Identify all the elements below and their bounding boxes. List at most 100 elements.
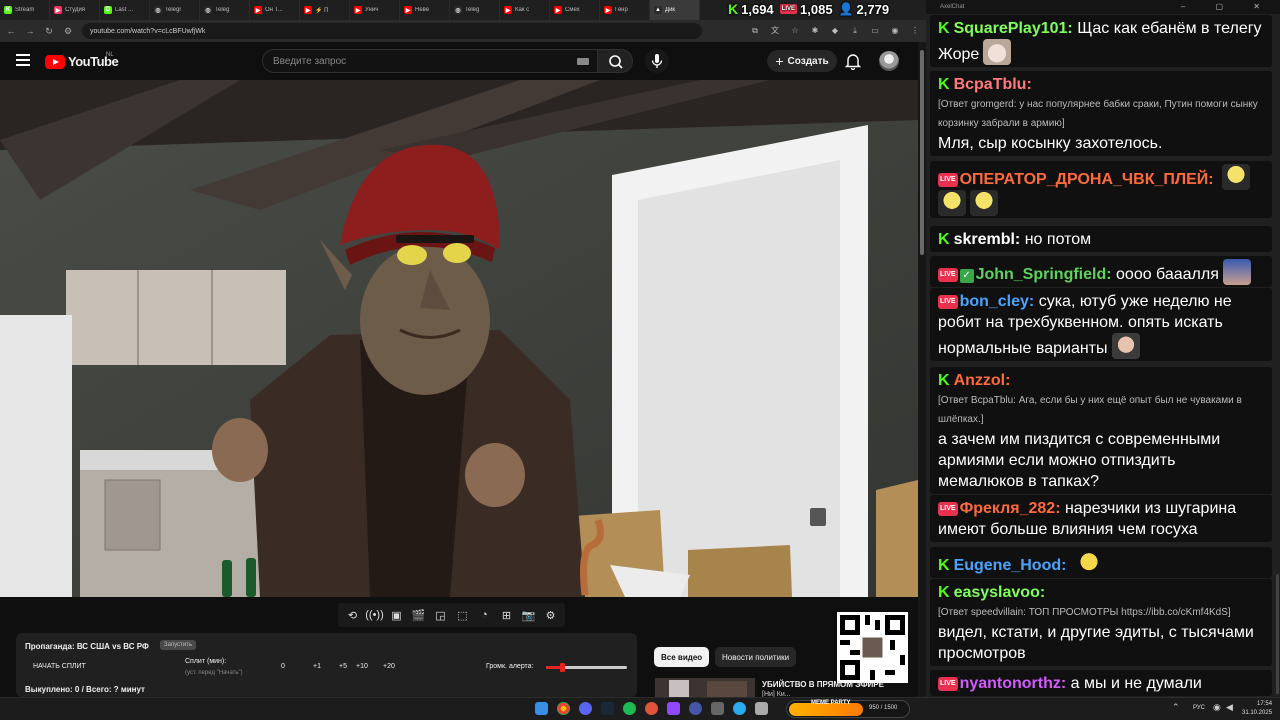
- app-icon[interactable]: [755, 702, 768, 715]
- alert-volume-handle[interactable]: [560, 663, 566, 672]
- install-icon[interactable]: ⧉: [750, 26, 760, 36]
- chat-nick[interactable]: Фрекля_282:: [960, 500, 1061, 517]
- puzzle-icon[interactable]: ◆: [830, 26, 840, 36]
- account-avatar[interactable]: [879, 51, 899, 71]
- volume-icon[interactable]: ◀: [1226, 702, 1239, 715]
- sidepanel-icon[interactable]: ▭: [870, 26, 880, 36]
- chat-nick[interactable]: Anzzol:: [954, 372, 1011, 389]
- chat-message: K BcpaTblu: [Ответ gromgerd: у нас популя…: [930, 71, 1272, 156]
- browser-tab[interactable]: K Stream: [0, 0, 50, 20]
- settings-gear-icon[interactable]: ⚙: [542, 607, 559, 624]
- person-icon: 👤: [838, 2, 854, 16]
- chat-nick[interactable]: John_Springfield:: [976, 266, 1112, 283]
- camera-icon[interactable]: 📷: [520, 607, 537, 624]
- tray-chevron-icon[interactable]: ⌃: [1172, 702, 1185, 715]
- browser-tab[interactable]: ▶ Студия: [50, 0, 100, 20]
- browser-tab[interactable]: ▶ Смех: [550, 0, 600, 20]
- add-frame-icon[interactable]: ⊞: [498, 607, 515, 624]
- back-icon[interactable]: ←: [6, 25, 16, 37]
- increment-5-button[interactable]: +5: [339, 663, 347, 670]
- browser-actions: ⧉ 文 ☆ ✱ ◆ ⤓ ▭ ◉ ⋮: [750, 26, 920, 36]
- related-video-title[interactable]: УБИЙСТВО В ПРЯМОМ ЭФИРЕ: [762, 680, 884, 689]
- crop-icon[interactable]: ⬚: [454, 607, 471, 624]
- reload-icon[interactable]: ↻: [44, 25, 54, 37]
- url-field[interactable]: youtube.com/watch?v=cLcBFUwfjWk: [82, 23, 702, 39]
- browser-tab[interactable]: ▶ Как с: [500, 0, 550, 20]
- page-scrollbar-thumb[interactable]: [920, 50, 924, 255]
- discord-icon[interactable]: [579, 702, 592, 715]
- tray-clock[interactable]: 17:54 31.10.2025: [1242, 700, 1272, 718]
- site-info-icon[interactable]: ⚙: [63, 25, 73, 37]
- browser-tab[interactable]: ▶ Генр: [600, 0, 650, 20]
- download-icon[interactable]: ⤓: [850, 26, 860, 36]
- browser-menu-icon[interactable]: ⋮: [910, 26, 920, 36]
- telegram-icon[interactable]: [733, 702, 746, 715]
- hamburger-menu-icon[interactable]: [16, 54, 30, 66]
- network-icon[interactable]: ◉: [1213, 702, 1226, 715]
- notifications-bell-icon[interactable]: [844, 52, 862, 71]
- loop-icon[interactable]: ⟲: [344, 607, 361, 624]
- browser-tab[interactable]: ◎ Teleg: [200, 0, 250, 20]
- keyboard-language[interactable]: РУС: [1193, 705, 1205, 711]
- browser-tab[interactable]: D Last ...: [100, 0, 150, 20]
- increment-1-button[interactable]: +1: [313, 663, 321, 670]
- chat-nick[interactable]: easyslavoo:: [954, 584, 1046, 601]
- tab-favicon-icon: ▶: [354, 6, 362, 14]
- chat-reply-quote: [Ответ speedvillain: ТОП ПРОСМОТРЫ https…: [938, 607, 1231, 618]
- obs-icon[interactable]: [645, 702, 658, 715]
- voice-search-button[interactable]: [645, 49, 669, 73]
- bookmark-star-icon[interactable]: ☆: [790, 26, 800, 36]
- browser-tab[interactable]: ▶ Неве: [400, 0, 450, 20]
- chip-all-videos[interactable]: Все видео: [654, 647, 710, 667]
- screenshot-folder-icon[interactable]: ▣: [388, 607, 405, 624]
- alert-volume-slider[interactable]: [546, 663, 627, 672]
- broadcast-icon[interactable]: ((•)): [365, 607, 384, 624]
- profile-icon[interactable]: ◉: [890, 26, 900, 36]
- windows-start-icon[interactable]: [535, 702, 548, 715]
- chat-nick[interactable]: SquarePlay101:: [954, 20, 1073, 37]
- spotify-icon[interactable]: [623, 702, 636, 715]
- browser-tab[interactable]: ▲ Дик: [650, 0, 700, 20]
- checkmark-badge-icon: ✓: [959, 269, 974, 283]
- extensions-icon[interactable]: ✱: [810, 26, 820, 36]
- video-player[interactable]: [0, 80, 918, 597]
- related-video-thumbnail[interactable]: [655, 678, 755, 697]
- start-split-button[interactable]: НАЧАТЬ СПЛИТ: [33, 663, 86, 670]
- chat-nick[interactable]: Eugene_Hood:: [954, 557, 1067, 574]
- browser-tab[interactable]: ◎ Telegr: [150, 0, 200, 20]
- page-scrollbar[interactable]: [918, 42, 926, 697]
- app-icon[interactable]: [711, 702, 724, 715]
- chat-nick[interactable]: BcpaTblu:: [954, 76, 1032, 93]
- split-minutes-value[interactable]: 0: [281, 663, 285, 670]
- browser-tab[interactable]: ▶ ⚡ П: [300, 0, 350, 20]
- split-title: Пропаганда: ВС США vs ВС РФ: [25, 642, 149, 651]
- chip-politics-news[interactable]: Новости политики: [715, 647, 797, 667]
- app-icon[interactable]: [689, 702, 702, 715]
- picture-in-picture-icon[interactable]: ◲: [432, 607, 449, 624]
- speedometer-icon[interactable]: ◔: [476, 607, 493, 624]
- increment-10-button[interactable]: +10: [356, 663, 368, 670]
- tab-favicon-icon: ◎: [454, 6, 462, 14]
- browser-tab[interactable]: ◎ Teleg: [450, 0, 500, 20]
- chat-nick[interactable]: bon_cley:: [960, 293, 1035, 310]
- steam-icon[interactable]: [601, 702, 614, 715]
- translate-icon[interactable]: 文: [770, 26, 780, 36]
- chat-scrollbar[interactable]: [1276, 574, 1279, 694]
- increment-20-button[interactable]: +20: [383, 663, 395, 670]
- youtube-logo[interactable]: YouTube NL: [45, 52, 119, 69]
- chat-nick[interactable]: nyantonorthz:: [960, 675, 1067, 692]
- browser-tab[interactable]: ▶ Он Т...: [250, 0, 300, 20]
- app-icon[interactable]: [667, 702, 680, 715]
- browser-tab[interactable]: ▶ Унич: [350, 0, 400, 20]
- search-input[interactable]: Введите запрос: [262, 49, 598, 73]
- forward-icon[interactable]: →: [25, 25, 35, 37]
- chrome-icon[interactable]: [557, 702, 570, 715]
- create-button[interactable]: + Создать: [767, 50, 837, 72]
- chat-nick[interactable]: ОПЕРАТОР_ДРОНА_ЧВК_ПЛЕЙ:: [960, 171, 1214, 188]
- window-controls[interactable]: – ▢ ✕: [1181, 2, 1274, 11]
- clapper-icon[interactable]: 🎬: [410, 607, 427, 624]
- chat-nick[interactable]: skrembl:: [954, 231, 1021, 248]
- keyboard-icon[interactable]: [577, 58, 589, 65]
- split-run-button[interactable]: Запустить: [160, 640, 197, 650]
- search-button[interactable]: [597, 49, 633, 73]
